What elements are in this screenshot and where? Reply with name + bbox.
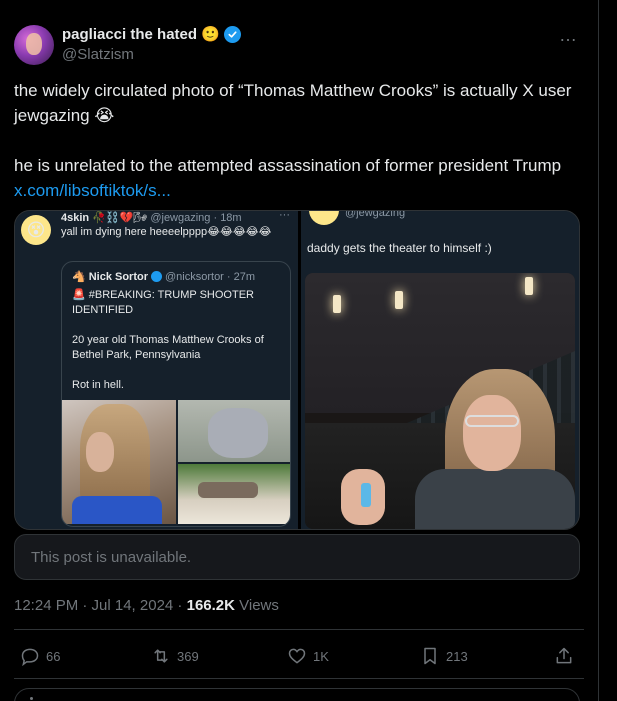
quoted-image-1 (62, 400, 176, 524)
divider (14, 629, 584, 630)
like-button[interactable]: 1K (287, 646, 329, 666)
right-shot-handle: @jewgazing (345, 210, 406, 219)
action-bar: 66 369 1K 213 (0, 640, 598, 676)
media-grid[interactable]: 😵 4skin 🥀⛓️💔🌬 @jewgazing · 18m ··· yall … (14, 210, 580, 530)
repost-icon (154, 649, 168, 663)
quoted-closing: Rot in hell. (72, 379, 124, 391)
repost-button[interactable]: 369 (151, 646, 199, 666)
bookmark-button[interactable]: 213 (420, 646, 468, 666)
quoted-name-emoji: 🐴 (72, 271, 86, 283)
post-text-line1: the widely circulated photo of “Thomas M… (14, 81, 572, 125)
post-timestamp[interactable]: 12:24 PM · Jul 14, 2024 · (14, 597, 187, 614)
bookmark-count: 213 (446, 648, 468, 664)
quoted-name: Nick Sortor (88, 270, 148, 283)
author-name-emoji: 🙂 (201, 26, 220, 43)
divider (14, 678, 584, 679)
views-count: 166.2K (186, 597, 235, 614)
more-options-icon[interactable]: … (559, 25, 578, 46)
left-shot-handle-time: @jewgazing · 18m (150, 212, 242, 224)
bottle (361, 483, 371, 507)
share-button[interactable] (554, 646, 574, 666)
theater-photo (305, 273, 575, 529)
column-border (598, 0, 599, 701)
unavailable-post-card: This post is unavailable. (14, 534, 580, 580)
post-text-line2-body: he is unrelated to the attempted assassi… (14, 156, 562, 175)
views-label: Views (234, 597, 279, 614)
quoted-text: 🚨 #BREAKING: TRUMP SHOOTER IDENTIFIED 20… (72, 288, 286, 393)
author-display-name[interactable]: pagliacci the hated (62, 26, 197, 43)
photo-shirt (72, 496, 162, 524)
reply-composer[interactable] (14, 688, 580, 701)
unavailable-text: This post is unavailable. (31, 549, 192, 566)
reply-icon (21, 648, 39, 666)
reply-button[interactable]: 66 (20, 646, 60, 666)
like-count: 1K (313, 648, 329, 664)
quoted-post-header: 🐴 Nick Sortor @nicksortor · 27m (72, 270, 256, 284)
wall-lamp (333, 295, 341, 313)
quoted-image-2 (178, 400, 290, 462)
left-shot-name: 4skin (61, 212, 90, 224)
wall-lamp (395, 291, 403, 309)
left-shot-dots-icon: ··· (279, 210, 290, 221)
person-face (463, 395, 521, 471)
avatar-face (26, 33, 42, 55)
quoted-verified-icon (151, 271, 162, 282)
bookmark-icon (424, 647, 436, 665)
verified-badge-icon[interactable] (223, 26, 241, 43)
right-shot-text: daddy gets the theater to himself :) (307, 241, 492, 255)
left-shot-avatar: 😵 (21, 215, 51, 245)
left-shot-text: yall im dying here heeeelpppp😂😂😂😂😂 (61, 226, 272, 238)
author-name-row: pagliacci the hated 🙂 (62, 26, 241, 43)
quoted-post: 🐴 Nick Sortor @nicksortor · 27m 🚨 #BREAK… (61, 261, 291, 527)
post-text-line2: he is unrelated to the attempted assassi… (14, 153, 584, 203)
left-shot-badges: 🥀⛓️💔🌬 (92, 212, 148, 224)
media-image-right[interactable]: @jewgazing daddy gets the theater to him… (301, 210, 579, 529)
repost-count: 369 (177, 648, 199, 664)
post-link[interactable]: x.com/libsoftiktok/s... (14, 181, 171, 200)
heart-icon (288, 648, 306, 664)
wall-lamp (525, 277, 533, 295)
quoted-body: 20 year old Thomas Matthew Crooks of Bet… (72, 334, 264, 361)
post: pagliacci the hated 🙂 @Slatzism … the wi… (0, 0, 598, 701)
quoted-image-3 (178, 464, 290, 524)
author-handle[interactable]: @Slatzism (62, 46, 134, 63)
post-meta: 12:24 PM · Jul 14, 2024 · 166.2K Views (14, 597, 279, 614)
quoted-headline: 🚨 #BREAKING: TRUMP SHOOTER IDENTIFIED (72, 289, 254, 316)
composer-dot (30, 697, 33, 700)
media-image-left[interactable]: 😵 4skin 🥀⛓️💔🌬 @jewgazing · 18m ··· yall … (15, 210, 298, 529)
quoted-image-grid (62, 400, 290, 526)
author-avatar[interactable] (14, 25, 54, 65)
photo-figure (198, 482, 258, 498)
photo-face (86, 432, 114, 472)
share-icon (556, 647, 572, 664)
post-text: the widely circulated photo of “Thomas M… (14, 78, 584, 203)
person-glasses (465, 415, 519, 427)
reply-count: 66 (46, 648, 61, 664)
left-shot-header: 4skin 🥀⛓️💔🌬 @jewgazing · 18m (61, 211, 242, 224)
photo-person (208, 408, 268, 458)
person-shirt (415, 469, 575, 529)
quoted-handle-time: @nicksortor · 27m (165, 270, 256, 283)
right-shot-avatar (309, 211, 339, 225)
